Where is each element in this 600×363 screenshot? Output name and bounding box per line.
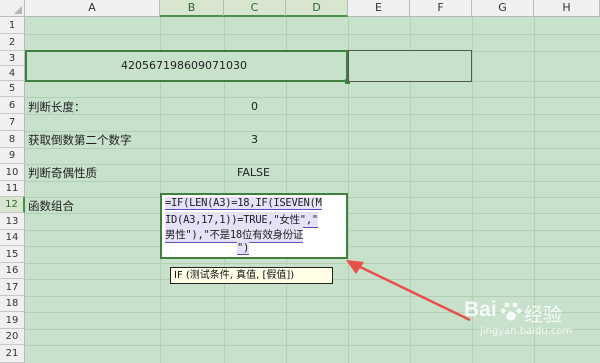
watermark-url: jingyan.baidu.com <box>480 326 573 337</box>
row-header-6[interactable]: 6 <box>0 97 25 114</box>
column-header-b[interactable]: B <box>160 0 224 17</box>
cell-a8-label: 获取倒数第二个数字 <box>28 133 132 147</box>
grid-line <box>25 114 600 115</box>
row-header-13[interactable]: 13 <box>0 213 25 230</box>
formula-line-1: =IF(LEN(A3)=18,IF(ISEVEN(M <box>165 197 322 210</box>
row-header-17[interactable]: 17 <box>0 279 25 296</box>
row-header-1[interactable]: 1 <box>0 17 25 34</box>
column-header-g[interactable]: G <box>472 0 534 17</box>
row-header-2[interactable]: 2 <box>0 34 25 51</box>
jingyan-logo-text: 经验 <box>524 304 563 326</box>
row-header-21[interactable]: 21 <box>0 345 25 363</box>
grid-line <box>25 164 600 165</box>
function-hint-tooltip: IF (测试条件, 真值, [假值]) <box>170 267 333 284</box>
cell-c6-value: 0 <box>251 100 258 113</box>
annotation-arrow-icon <box>346 260 471 322</box>
row-header-11[interactable]: 11 <box>0 181 25 197</box>
row-header-18[interactable]: 18 <box>0 296 25 312</box>
baidu-logo-text: Bai <box>464 298 497 321</box>
row-header-12[interactable]: 12 <box>0 197 25 213</box>
formula-line-4: ") <box>237 242 250 255</box>
row-header-7[interactable]: 7 <box>0 114 25 131</box>
column-header-f[interactable]: F <box>410 0 472 17</box>
row-header-19[interactable]: 19 <box>0 312 25 329</box>
column-header-e[interactable]: E <box>348 0 410 17</box>
cell-c10-value: FALSE <box>237 166 270 179</box>
cell-a12-label: 函数组合 <box>28 199 74 213</box>
column-header-d[interactable]: D <box>286 0 348 17</box>
cell-a10-label: 判断奇偶性质 <box>28 166 97 180</box>
spreadsheet: A B C D E F G H 1 2 3 4 5 6 7 8 9 10 11 … <box>0 0 600 363</box>
row-header-5[interactable]: 5 <box>0 81 25 97</box>
row-header-16[interactable]: 16 <box>0 263 25 279</box>
formula-line-3: 男性"),"不是18位有效身份证 <box>165 227 304 243</box>
grid-line <box>25 34 600 35</box>
paw-icon <box>500 302 522 321</box>
cell-a3-value: 420567198609071030 <box>121 59 247 72</box>
grid-line <box>25 181 600 182</box>
column-header-c[interactable]: C <box>224 0 286 17</box>
column-header-a[interactable]: A <box>25 0 160 17</box>
row-header-4[interactable]: 4 <box>0 66 25 81</box>
row-header-3[interactable]: 3 <box>0 51 25 66</box>
grid-line <box>25 148 600 149</box>
row-header-9[interactable]: 9 <box>0 148 25 164</box>
baidu-watermark: Bai 经验 jingyan.baidu.com <box>464 298 594 342</box>
grid-line <box>25 296 600 297</box>
select-all-corner[interactable] <box>0 0 25 17</box>
grid-line <box>25 345 600 346</box>
row-header-8[interactable]: 8 <box>0 131 25 148</box>
row-header-10[interactable]: 10 <box>0 164 25 181</box>
grid-line <box>25 263 600 264</box>
row-header-20[interactable]: 20 <box>0 329 25 345</box>
cell-a6-label: 判断长度： <box>28 100 86 114</box>
row-header-15[interactable]: 15 <box>0 246 25 263</box>
merged-cell-e3[interactable] <box>348 50 472 82</box>
formula-line-2: ID(A3,17,1))=TRUE,"女性"," <box>165 212 318 228</box>
row-header-14[interactable]: 14 <box>0 230 25 246</box>
cell-c8-value: 3 <box>251 133 258 146</box>
column-header-h[interactable]: H <box>534 0 600 17</box>
cell-b12-formula-editor[interactable]: =IF(LEN(A3)=18,IF(ISEVEN(M ID(A3,17,1))=… <box>160 193 348 259</box>
grid-line <box>25 97 600 98</box>
